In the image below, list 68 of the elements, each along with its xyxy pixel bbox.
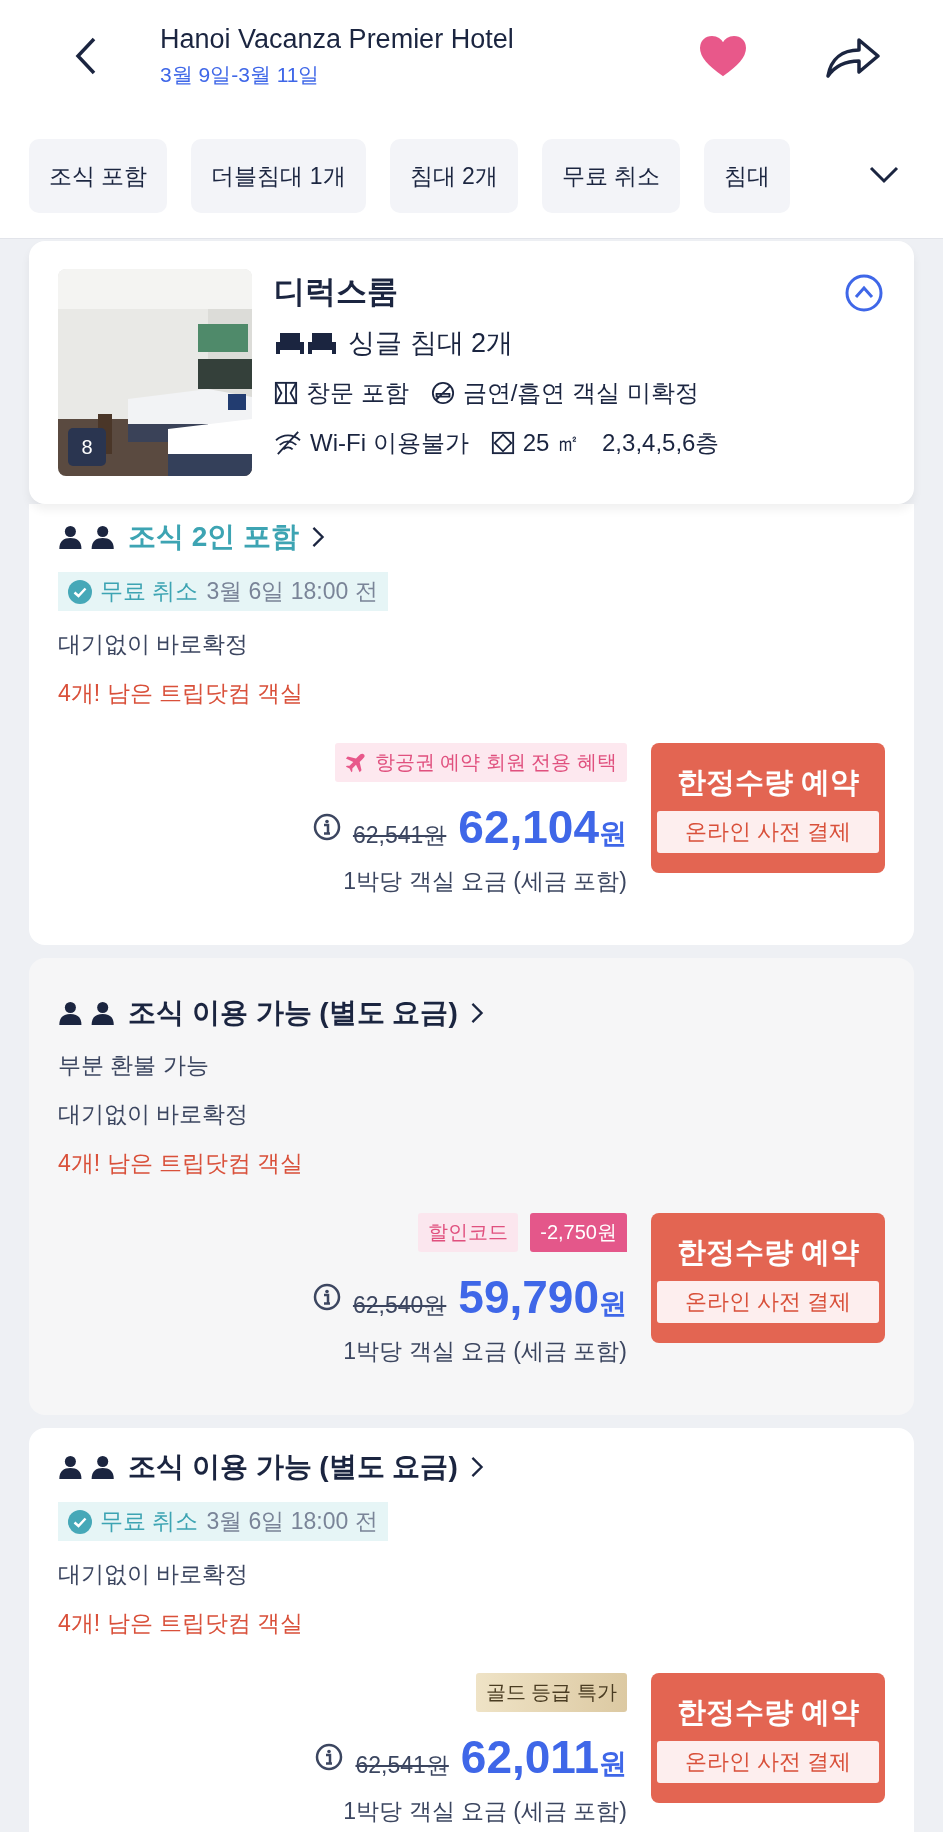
guests-icon	[58, 525, 116, 549]
heart-icon[interactable]	[699, 35, 747, 77]
price: 59,790원	[458, 1270, 627, 1324]
info-icon[interactable]	[312, 813, 341, 841]
back-icon[interactable]	[74, 36, 98, 76]
free-cancel-label: 무료 취소	[100, 1507, 199, 1536]
bed-type: 싱글 침대 2개	[348, 327, 514, 360]
room-feature: 25 ㎡	[522, 428, 580, 458]
confirmation-text: 대기없이 바로확정	[58, 1100, 250, 1129]
rooms-left: 4개! 남은 트립닷컴 객실	[58, 1609, 305, 1638]
rate-card[interactable]: 조식 2인 포함 무료 취소 3월 6일 18:00 전 대기없이 바로확정 4개! 남은 트립닷컴 객실 항공권 예약 회원 전용 혜택 62,541원 62,104원 1박당 객실 요금 (세금 포함) 한정수량 예약 온라인 사전 결제	[29, 504, 914, 945]
check-circle-icon	[68, 1509, 92, 1534]
promo-badge: 항공권 예약 회원 전용 혜택	[334, 743, 627, 782]
filter-chip[interactable]: 침대	[704, 139, 791, 213]
original-price: 62,541원	[352, 821, 447, 850]
room-feature: 창문 포함	[306, 378, 409, 408]
stay-dates[interactable]: 3월 9일-3월 11일	[160, 60, 699, 89]
rate-card[interactable]: 조식 이용 가능 (별도 요금) 무료 취소 3월 6일 18:00 전 대기없이 바로확정 4개! 남은 트립닷컴 객실 골드 등급 특가 62,541원 62,011원 1박당 객실 요금 (세금 포함) 한정수량 예약 온라인 사전 결제	[29, 1428, 914, 1832]
rooms-left: 4개! 남은 트립닷컴 객실	[58, 1149, 305, 1178]
guests-icon	[58, 1455, 116, 1479]
meal-plan[interactable]: 조식 이용 가능 (별도 요금)	[128, 1448, 458, 1486]
filter-chip[interactable]: 무료 취소	[541, 139, 681, 213]
room-feature: 2,3,4,5,6층	[602, 428, 720, 458]
price-note: 1박당 객실 요금 (세금 포함)	[343, 1337, 627, 1366]
area-icon	[490, 431, 515, 455]
rooms-left: 4개! 남은 트립닷컴 객실	[58, 679, 305, 708]
room-feature: Wi-Fi 이용불가	[310, 428, 469, 458]
filter-chip[interactable]: 더블침대 1개	[191, 139, 366, 213]
chevron-down-icon[interactable]	[869, 166, 899, 184]
original-price: 62,541원	[355, 1751, 449, 1780]
book-button[interactable]: 한정수량 예약 온라인 사전 결제	[651, 743, 885, 873]
confirmation-text: 대기없이 바로확정	[58, 1560, 250, 1589]
discount-badge: -2,750원	[530, 1213, 627, 1252]
info-icon[interactable]	[312, 1283, 341, 1311]
no-smoking-icon	[430, 381, 455, 405]
chevron-right-icon[interactable]	[469, 1002, 484, 1024]
filter-chip[interactable]: 침대 2개	[389, 139, 518, 213]
book-button[interactable]: 한정수량 예약 온라인 사전 결제	[651, 1213, 885, 1343]
no-wifi-icon	[274, 431, 302, 455]
plane-icon	[344, 751, 367, 774]
beds-icon	[274, 330, 338, 356]
confirmation-text: 대기없이 바로확정	[58, 630, 250, 659]
hotel-name: Hanoi Vacanza Premier Hotel	[160, 23, 515, 55]
collapse-icon[interactable]	[844, 273, 884, 313]
room-feature: 금연/흡연 객실 미확정	[462, 378, 699, 408]
room-name: 디럭스룸	[274, 273, 399, 311]
tier-badge: 골드 등급 특가	[475, 1673, 627, 1712]
window-icon	[274, 381, 298, 405]
promo-badge: 할인코드	[418, 1213, 519, 1252]
chevron-right-icon[interactable]	[469, 1456, 484, 1478]
price: 62,104원	[458, 800, 627, 854]
check-circle-icon	[68, 579, 92, 604]
free-cancel-label: 무료 취소	[100, 577, 199, 606]
filter-chip[interactable]: 조식 포함	[29, 139, 168, 213]
book-button[interactable]: 한정수량 예약 온라인 사전 결제	[651, 1673, 885, 1803]
refund-policy: 부분 환불 가능	[58, 1051, 210, 1080]
meal-plan[interactable]: 조식 이용 가능 (별도 요금)	[128, 994, 458, 1032]
info-icon[interactable]	[315, 1743, 344, 1771]
cancel-deadline: 3월 6일 18:00 전	[206, 577, 378, 606]
rate-card[interactable]: 조식 이용 가능 (별도 요금) 부분 환불 가능 대기없이 바로확정 4개! 남은 트립닷컴 객실 할인코드 -2,750원 62,540원 59,790원 1박당 객실 요금 (세금 포함) 한정수량 예약 온라인 사전 결제	[29, 958, 914, 1415]
price-note: 1박당 객실 요금 (세금 포함)	[343, 867, 627, 896]
guests-icon	[58, 1001, 116, 1025]
price: 62,011원	[460, 1730, 627, 1784]
original-price: 62,540원	[352, 1291, 447, 1320]
cancel-deadline: 3월 6일 18:00 전	[206, 1507, 378, 1536]
photo-count: 8	[68, 428, 106, 466]
price-note: 1박당 객실 요금 (세금 포함)	[343, 1797, 627, 1826]
chevron-right-icon[interactable]	[311, 526, 326, 548]
